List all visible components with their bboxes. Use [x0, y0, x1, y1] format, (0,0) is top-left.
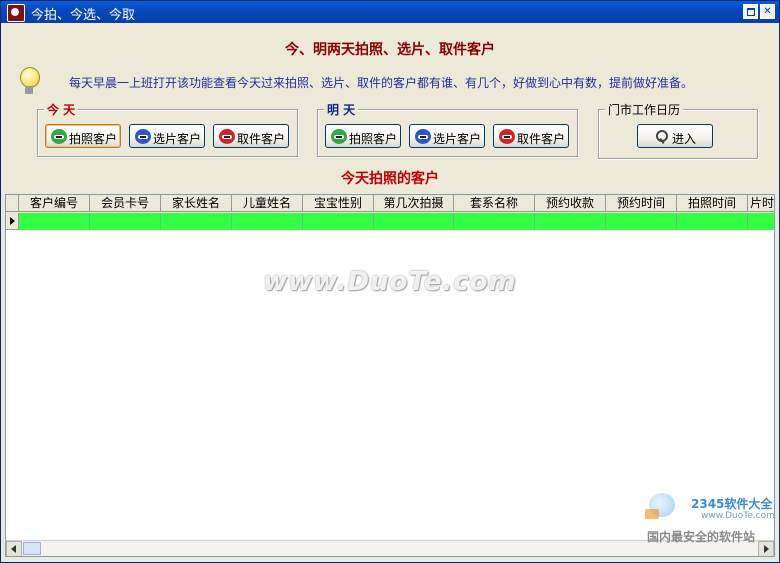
today-group-label: 今 天 — [44, 101, 79, 118]
tomorrow-pickup-customers-button[interactable]: 取件客户 — [493, 124, 569, 148]
table-cell[interactable] — [454, 213, 535, 230]
tip-text: 每天早晨一上班打开该功能查看今天过来拍照、选片、取件的客户都有谁、有几个，好做到… — [69, 76, 694, 90]
table-cell[interactable] — [374, 213, 454, 230]
app-window: 今拍、今选、今取 今、明两天拍照、选片、取件客户 每天早晨一上班打开该功能查看今… — [0, 0, 780, 563]
key-icon — [654, 129, 668, 143]
corner-logo-url: www.DuoTe.com — [701, 511, 775, 521]
column-header[interactable]: 拍照时间 — [677, 195, 748, 212]
window-title: 今拍、今选、今取 — [31, 8, 136, 23]
tomorrow-group: 明 天 拍照客户 选片客户 取件客户 — [317, 101, 578, 157]
green-face-icon — [331, 129, 347, 144]
column-header[interactable]: 套系名称 — [454, 195, 535, 212]
list-title: 今天拍照的客户 — [341, 171, 439, 187]
tomorrow-select-customers-button[interactable]: 选片客户 — [409, 124, 485, 148]
calendar-enter-button[interactable]: 进入 — [637, 124, 713, 148]
table-cell[interactable] — [535, 213, 606, 230]
column-header[interactable]: 宝宝性别 — [303, 195, 374, 212]
maximize-button[interactable] — [743, 4, 758, 19]
lightbulb-icon — [19, 67, 40, 97]
watermark: www.DuoTe.com — [263, 267, 517, 297]
column-header[interactable]: 家长姓名 — [161, 195, 232, 212]
corner-logo-brand: 2345软件大全 — [691, 497, 773, 511]
green-face-icon — [51, 129, 67, 144]
corner-logo: 2345软件大全 www.DuoTe.com 国内最安全的软件站 — [639, 487, 775, 545]
table-cell[interactable] — [677, 213, 748, 230]
column-header[interactable]: 客户编号 — [19, 195, 90, 212]
page-heading: 今、明两天拍照、选片、取件客户 — [285, 42, 495, 58]
column-header[interactable]: 预约收款 — [535, 195, 606, 212]
today-select-customers-button[interactable]: 选片客户 — [129, 124, 205, 148]
table-cell[interactable] — [161, 213, 232, 230]
today-pickup-customers-button[interactable]: 取件客户 — [213, 124, 289, 148]
calendar-group-label: 门市工作日历 — [605, 101, 684, 118]
header-corner — [6, 195, 19, 212]
table-cell[interactable] — [90, 213, 161, 230]
row-indicator[interactable] — [6, 213, 19, 230]
column-header[interactable]: 第几次拍摄 — [374, 195, 454, 212]
table-row[interactable] — [19, 213, 774, 230]
app-icon[interactable] — [7, 4, 25, 22]
blue-face-icon — [415, 129, 431, 144]
column-header[interactable]: 预约时间 — [606, 195, 677, 212]
grid-header: 客户编号 会员卡号 家长姓名 儿童姓名 宝宝性别 第几次拍摄 套系名称 预约收款… — [6, 195, 774, 213]
table-cell[interactable] — [303, 213, 374, 230]
column-header[interactable]: 会员卡号 — [90, 195, 161, 212]
title-bar[interactable]: 今拍、今选、今取 — [1, 1, 779, 23]
blue-face-icon — [135, 129, 151, 144]
today-group: 今 天 拍照客户 选片客户 取件客户 — [37, 101, 298, 157]
table-cell[interactable] — [232, 213, 303, 230]
scroll-thumb[interactable] — [23, 542, 41, 555]
mascot-icon — [645, 491, 683, 523]
table-cell[interactable] — [19, 213, 90, 230]
scroll-left-icon[interactable] — [6, 541, 22, 556]
red-face-icon — [499, 129, 515, 144]
corner-logo-slogan: 国内最安全的软件站 — [647, 530, 756, 544]
tomorrow-group-label: 明 天 — [324, 101, 359, 118]
today-photo-customers-button[interactable]: 拍照客户 — [45, 124, 121, 148]
table-cell[interactable] — [748, 213, 774, 230]
column-header[interactable]: 片时 — [748, 195, 774, 212]
column-header[interactable]: 儿童姓名 — [232, 195, 303, 212]
red-face-icon — [219, 129, 235, 144]
close-button[interactable] — [760, 4, 775, 19]
tomorrow-photo-customers-button[interactable]: 拍照客户 — [325, 124, 401, 148]
calendar-group: 门市工作日历 进入 — [598, 101, 758, 159]
table-cell[interactable] — [606, 213, 677, 230]
